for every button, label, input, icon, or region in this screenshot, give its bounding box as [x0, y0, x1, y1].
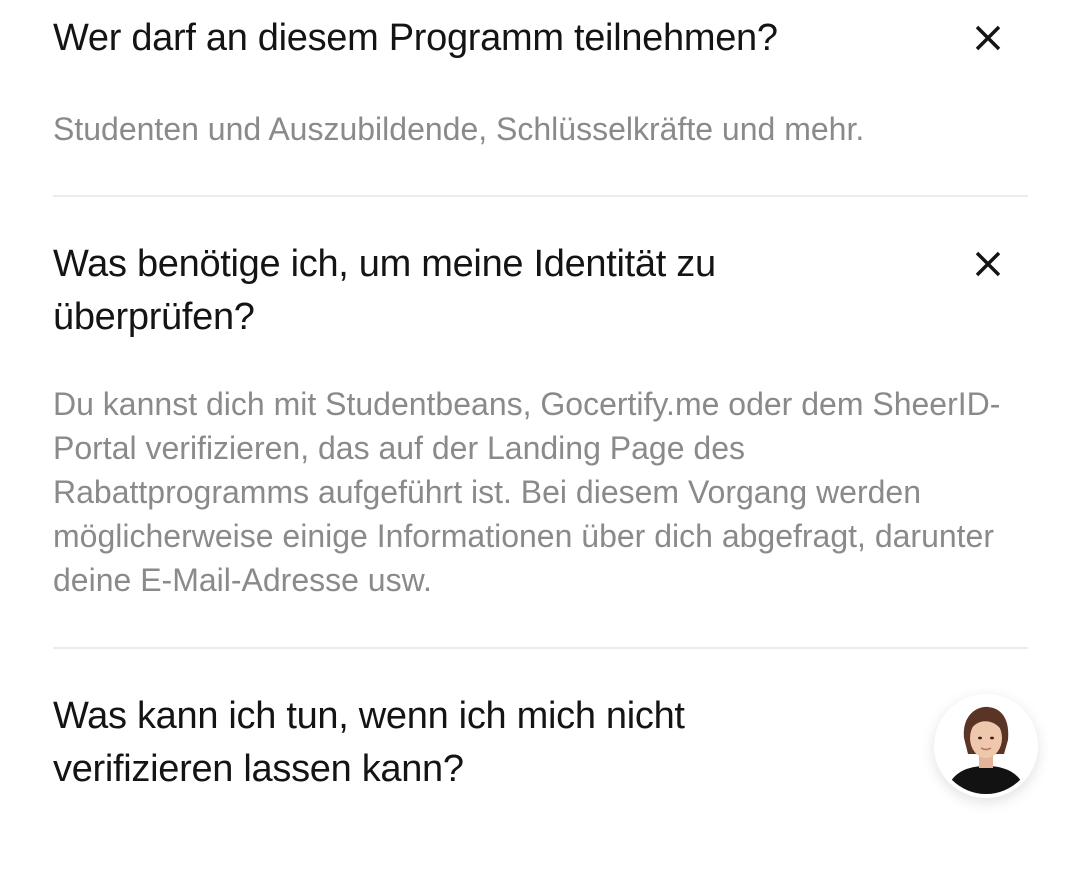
divider: [53, 647, 1028, 649]
faq-item: Was benötige ich, um meine Identität zu …: [53, 238, 1028, 602]
divider: [53, 195, 1028, 197]
support-agent-avatar: [938, 698, 1034, 794]
close-icon[interactable]: [966, 16, 1010, 60]
faq-question[interactable]: Was kann ich tun, wenn ich mich nicht ve…: [53, 690, 853, 796]
faq-section: Wer darf an diesem Programm teilnehmen? …: [0, 0, 1080, 893]
faq-item: Was kann ich tun, wenn ich mich nicht ve…: [53, 690, 1028, 796]
faq-question[interactable]: Wer darf an diesem Programm teilnehmen?: [53, 12, 853, 65]
faq-answer: Du kannst dich mit Studentbeans, Gocerti…: [53, 386, 1001, 598]
faq-answer: Studenten und Auszubildende, Schlüsselkr…: [53, 111, 865, 147]
faq-item: Wer darf an diesem Programm teilnehmen? …: [53, 12, 1028, 151]
faq-question[interactable]: Was benötige ich, um meine Identität zu …: [53, 238, 853, 344]
close-icon[interactable]: [966, 242, 1010, 286]
chat-support-button[interactable]: [934, 694, 1038, 798]
